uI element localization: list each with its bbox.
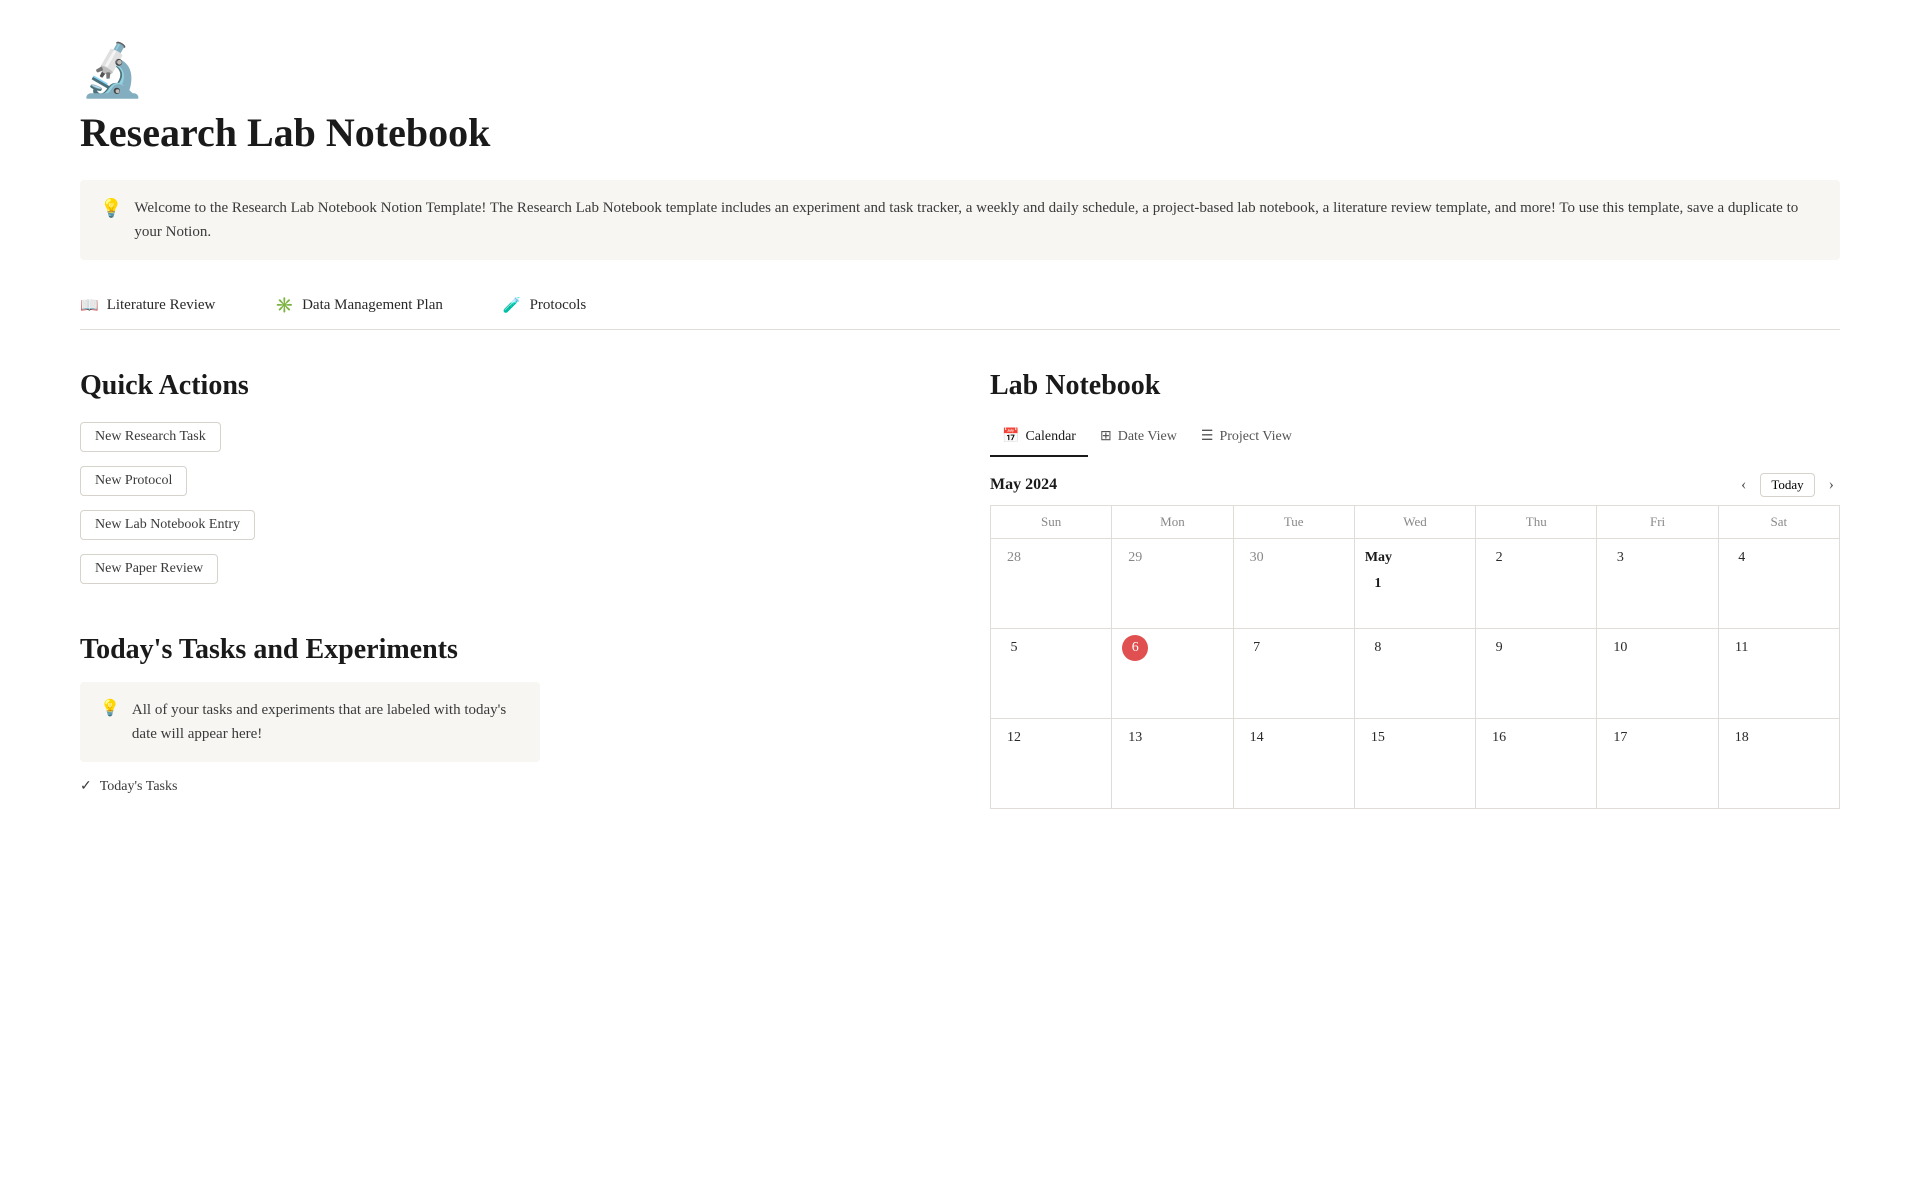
calendar-week-1: 28 29 30 May 1 2 3 4 [991,539,1840,629]
book-icon: 📖 [80,296,99,315]
calendar-week-3: 12 13 14 15 16 17 18 [991,719,1840,809]
calendar-month-year: May 2024 [990,476,1057,494]
nav-literature-review[interactable]: 📖 Literature Review [80,288,235,329]
cal-cell-11[interactable]: 11 [1719,629,1840,719]
nav-protocols[interactable]: 🧪 Protocols [503,288,606,329]
calendar-week-2: 5 6 7 8 9 10 11 [991,629,1840,719]
calendar-tabs: 📅 Calendar ⊞ Date View ☰ Project View [990,422,1840,457]
cal-cell-may1[interactable]: May 1 [1355,539,1476,629]
main-content: Quick Actions New Research Task New Prot… [80,370,1840,809]
cal-cell-13[interactable]: 13 [1112,719,1233,809]
next-month-button[interactable]: › [1823,474,1840,496]
day-header-sun: Sun [991,506,1112,539]
today-button[interactable]: Today [1760,473,1814,497]
tab-project-view[interactable]: ☰ Project View [1189,422,1304,457]
tasks-info-icon: 💡 [100,698,120,718]
prev-month-button[interactable]: ‹ [1735,474,1752,496]
tab-date-view[interactable]: ⊞ Date View [1088,422,1189,457]
cal-cell-7[interactable]: 7 [1234,629,1355,719]
quick-actions-title: Quick Actions [80,370,930,402]
day-header-fri: Fri [1597,506,1718,539]
info-box: 💡 Welcome to the Research Lab Notebook N… [80,180,1840,260]
project-view-icon: ☰ [1201,428,1214,445]
cal-cell-29[interactable]: 29 [1112,539,1233,629]
cal-cell-2[interactable]: 2 [1476,539,1597,629]
page-icon: 🔬 [80,40,1840,101]
new-lab-notebook-entry-button[interactable]: New Lab Notebook Entry [80,510,255,540]
cal-cell-15[interactable]: 15 [1355,719,1476,809]
new-research-task-button[interactable]: New Research Task [80,422,221,452]
nav-links: 📖 Literature Review ✳️ Data Management P… [80,288,1840,330]
cal-cell-6[interactable]: 6 [1112,629,1233,719]
cal-cell-30[interactable]: 30 [1234,539,1355,629]
new-paper-review-button[interactable]: New Paper Review [80,554,218,584]
calendar-nav: May 2024 ‹ Today › [990,473,1840,497]
todays-tasks-title: Today's Tasks and Experiments [80,634,930,666]
date-view-icon: ⊞ [1100,428,1112,445]
day-header-mon: Mon [1112,506,1233,539]
cal-cell-5[interactable]: 5 [991,629,1112,719]
checkmark-icon: ✓ [80,778,92,795]
day-header-thu: Thu [1476,506,1597,539]
calendar-tab-icon: 📅 [1002,428,1019,445]
tasks-info-text: All of your tasks and experiments that a… [132,698,520,746]
tasks-info-box: 💡 All of your tasks and experiments that… [80,682,540,762]
cal-cell-28[interactable]: 28 [991,539,1112,629]
day-header-wed: Wed [1355,506,1476,539]
left-column: Quick Actions New Research Task New Prot… [80,370,930,809]
info-icon: 💡 [100,198,122,219]
nav-data-management[interactable]: ✳️ Data Management Plan [275,288,462,329]
cal-cell-14[interactable]: 14 [1234,719,1355,809]
calendar-grid: Sun Mon Tue Wed Thu Fri Sat 28 29 30 May… [990,505,1840,809]
flask-icon: 🧪 [503,296,522,315]
calendar-nav-right: ‹ Today › [1735,473,1840,497]
right-column: Lab Notebook 📅 Calendar ⊞ Date View ☰ Pr… [990,370,1840,809]
cal-cell-10[interactable]: 10 [1597,629,1718,719]
asterisk-icon: ✳️ [275,296,294,315]
cal-cell-8[interactable]: 8 [1355,629,1476,719]
quick-actions-list: New Research Task New Protocol New Lab N… [80,422,930,594]
info-text: Welcome to the Research Lab Notebook Not… [134,196,1820,244]
calendar-header-row: Sun Mon Tue Wed Thu Fri Sat [991,506,1840,539]
day-header-sat: Sat [1719,506,1840,539]
lab-notebook-title: Lab Notebook [990,370,1840,402]
todays-tasks-label: Today's Tasks [100,779,178,795]
cal-cell-16[interactable]: 16 [1476,719,1597,809]
cal-cell-17[interactable]: 17 [1597,719,1718,809]
new-protocol-button[interactable]: New Protocol [80,466,187,496]
day-header-tue: Tue [1234,506,1355,539]
cal-cell-9[interactable]: 9 [1476,629,1597,719]
cal-cell-3[interactable]: 3 [1597,539,1718,629]
page-title: Research Lab Notebook [80,109,1840,156]
tab-calendar[interactable]: 📅 Calendar [990,422,1088,457]
todays-tasks-check[interactable]: ✓ Today's Tasks [80,778,930,795]
cal-cell-18[interactable]: 18 [1719,719,1840,809]
cal-cell-4[interactable]: 4 [1719,539,1840,629]
cal-cell-12[interactable]: 12 [991,719,1112,809]
